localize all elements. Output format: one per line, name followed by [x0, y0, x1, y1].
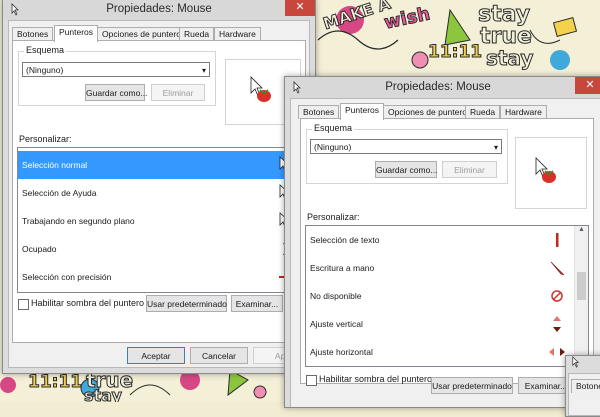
scrollbar-thumb[interactable]	[577, 272, 586, 300]
use-default-button[interactable]: Usar predeterminado	[146, 295, 227, 312]
close-button[interactable]: ✕	[575, 77, 600, 94]
tab-opciones-de-puntero[interactable]: Opciones de puntero	[97, 27, 186, 41]
chevron-down-icon: ▾	[493, 143, 498, 152]
mouse-properties-window-front: Propiedades: Mouse ✕ Botones Punteros Op…	[284, 76, 600, 408]
wallpaper-word: 11:11	[27, 372, 83, 393]
mouse-properties-window-back: Propiedades: Mouse ✕ Botones Punteros Op…	[2, 0, 316, 374]
save-as-button[interactable]: Guardar como...	[85, 84, 147, 101]
tab-botones[interactable]: Botone	[571, 379, 600, 393]
list-item-label: Ajuste vertical	[310, 319, 363, 329]
tab-opciones-de-puntero[interactable]: Opciones de puntero	[383, 105, 472, 119]
delete-button[interactable]: Eliminar	[151, 84, 205, 101]
list-item-label: Selección de Ayuda	[22, 188, 97, 198]
list-item-label: Ocupado	[22, 244, 57, 254]
list-item[interactable]: Selección de texto	[306, 226, 588, 254]
tab-punteros[interactable]: Punteros	[340, 103, 385, 120]
close-button[interactable]: ✕	[285, 0, 315, 16]
scheme-combo[interactable]: (Ninguno) ▾	[22, 62, 210, 77]
tab-hardware[interactable]: Hardware	[214, 27, 261, 41]
shadow-checkbox[interactable]	[18, 299, 29, 310]
tab-rueda[interactable]: Rueda	[179, 27, 215, 41]
title-bar[interactable]: Propiedades: Mouse ✕	[285, 77, 600, 98]
cancel-button[interactable]: Cancelar	[190, 347, 248, 364]
chevron-up-icon[interactable]: ▲	[575, 226, 588, 238]
dialog-client: Botone	[568, 373, 600, 416]
title-bar[interactable]: Propiedades: Mouse ✕	[3, 0, 315, 20]
tab-punteros[interactable]: Punteros	[54, 25, 99, 42]
list-item[interactable]: Escritura a mano	[306, 254, 588, 282]
wallpaper-word: 11:11	[427, 42, 483, 63]
arrow-cursor-icon	[535, 157, 556, 183]
cursor-list[interactable]: Selección de texto Escritura a mano No d…	[305, 225, 589, 367]
tab-page-punteros: Esquema (Ninguno) ▾ Guardar como... Elim…	[12, 40, 306, 343]
unavailable-cursor-icon	[551, 290, 563, 302]
dialog-client: Botones Punteros Opciones de puntero Rue…	[8, 20, 311, 368]
scheme-label: Esquema	[312, 123, 355, 133]
chevron-down-icon: ▾	[201, 66, 206, 75]
wallpaper-word: stay	[485, 46, 534, 71]
list-item[interactable]: Selección de Ayuda ?	[18, 179, 303, 207]
list-item-label: Escritura a mano	[310, 263, 375, 273]
window-title: Propiedades: Mouse	[106, 3, 212, 15]
use-default-button[interactable]: Usar predeterminado	[431, 377, 513, 394]
list-item[interactable]: Trabajando en segundo plano	[18, 207, 303, 235]
shadow-checkbox-label: Habilitar sombra del puntero	[319, 374, 433, 384]
cursor-preview	[515, 137, 587, 209]
list-item-label: Ajuste horizontal	[310, 347, 373, 357]
dialog-client: Botones Punteros Opciones de puntero Rue…	[290, 98, 600, 407]
list-item[interactable]: Ajuste vertical	[306, 310, 588, 338]
mouse-app-icon	[570, 356, 582, 368]
tab-botones[interactable]: Botones	[298, 105, 340, 119]
ok-button[interactable]: Aceptar	[127, 347, 185, 364]
list-item-label: Selección de texto	[310, 235, 380, 245]
scheme-group: Esquema (Ninguno) ▾ Guardar como... Elim…	[18, 45, 216, 106]
list-item-label: Selección con precisión	[22, 272, 112, 282]
list-item[interactable]: Selección con precisión	[18, 263, 303, 291]
window-title: Propiedades: Mouse	[385, 81, 491, 93]
list-item[interactable]: Ocupado	[18, 235, 303, 263]
scheme-value: (Ninguno)	[26, 65, 64, 75]
save-as-button[interactable]: Guardar como...	[375, 161, 437, 178]
text-cursor-icon	[556, 233, 559, 247]
tab-botones[interactable]: Botones	[12, 27, 54, 41]
list-item[interactable]: Selección normal	[18, 151, 303, 179]
scheme-combo[interactable]: (Ninguno) ▾	[310, 139, 502, 154]
cursor-list[interactable]: Selección normal Selección de Ayuda ? Tr…	[17, 147, 304, 293]
list-scrollbar[interactable]: ▲ ▼	[574, 226, 588, 366]
vertical-resize-icon	[553, 316, 561, 332]
browse-button[interactable]: Examinar...	[231, 295, 283, 312]
scheme-value: (Ninguno)	[314, 142, 352, 152]
customize-label: Personalizar:	[19, 134, 72, 144]
list-item-label: Selección normal	[22, 160, 88, 170]
scheme-group: Esquema (Ninguno) ▾ Guardar como... Elim…	[306, 123, 508, 184]
list-item-label: Trabajando en segundo plano	[22, 216, 135, 226]
shadow-checkbox[interactable]	[306, 375, 317, 386]
list-item-label: No disponible	[310, 291, 362, 301]
scheme-label: Esquema	[24, 45, 67, 55]
delete-button[interactable]: Eliminar	[442, 161, 497, 178]
tab-hardware[interactable]: Hardware	[500, 105, 547, 119]
horizontal-resize-icon	[549, 348, 565, 356]
list-item[interactable]: No disponible	[306, 282, 588, 310]
shadow-checkbox-label: Habilitar sombra del puntero	[31, 298, 145, 308]
list-item[interactable]: Ajuste horizontal	[306, 338, 588, 366]
wallpaper-word: stay	[84, 386, 123, 403]
tab-page-punteros: Esquema (Ninguno) ▾ Guardar como... Elim…	[300, 118, 594, 394]
mouse-properties-window-third: Botone	[565, 355, 600, 417]
tab-rueda[interactable]: Rueda	[465, 105, 501, 119]
handwriting-cursor-icon	[550, 261, 565, 276]
customize-label: Personalizar:	[307, 212, 360, 222]
